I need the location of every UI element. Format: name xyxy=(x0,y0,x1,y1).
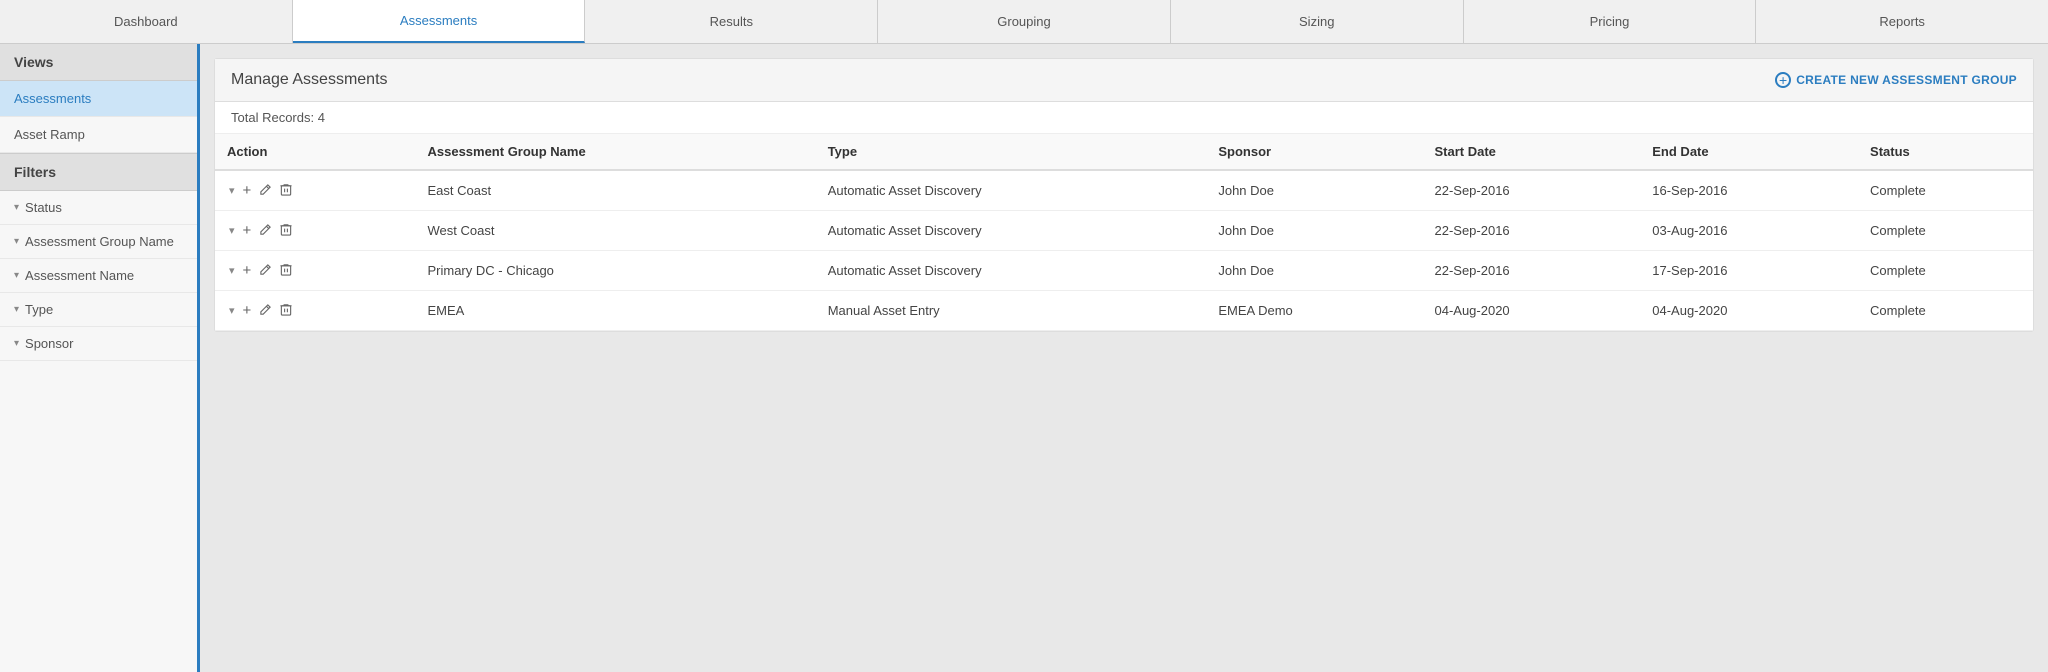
assessments-table: Action Assessment Group Name Type Sponso… xyxy=(215,134,2033,331)
table-row: ▾ + EMEAManual Asset En xyxy=(215,291,2033,331)
cell-start-date: 22-Sep-2016 xyxy=(1422,170,1640,211)
tab-dashboard[interactable]: Dashboard xyxy=(0,0,293,43)
col-header-assessment-group-name: Assessment Group Name xyxy=(415,134,815,170)
cell-type: Automatic Asset Discovery xyxy=(816,251,1207,291)
expand-icon[interactable]: ▾ xyxy=(227,302,237,319)
cell-end-date: 04-Aug-2020 xyxy=(1640,291,1858,331)
filter-sponsor[interactable]: ▾ Sponsor xyxy=(0,327,197,361)
col-header-end-date: End Date xyxy=(1640,134,1858,170)
filters-section-title: Filters xyxy=(0,153,197,191)
content-area: Manage Assessments + CREATE NEW ASSESSME… xyxy=(200,44,2048,672)
cell-status: Complete xyxy=(1858,291,2033,331)
manage-assessments-panel: Manage Assessments + CREATE NEW ASSESSME… xyxy=(214,58,2034,332)
cell-status: Complete xyxy=(1858,251,2033,291)
add-icon[interactable]: + xyxy=(241,220,254,241)
edit-icon[interactable] xyxy=(257,181,274,201)
filter-status[interactable]: ▾ Status xyxy=(0,191,197,225)
table-row: ▾ + East CoastAutomatic xyxy=(215,170,2033,211)
cell-name: Primary DC - Chicago xyxy=(415,251,815,291)
cell-name: West Coast xyxy=(415,211,815,251)
panel-header: Manage Assessments + CREATE NEW ASSESSME… xyxy=(215,59,2033,102)
cell-type: Automatic Asset Discovery xyxy=(816,170,1207,211)
add-icon[interactable]: + xyxy=(241,180,254,201)
chevron-down-icon: ▾ xyxy=(14,270,19,281)
panel-title: Manage Assessments xyxy=(231,71,388,89)
delete-icon[interactable] xyxy=(278,181,294,201)
chevron-down-icon: ▾ xyxy=(14,236,19,247)
table-header-row: Action Assessment Group Name Type Sponso… xyxy=(215,134,2033,170)
cell-end-date: 03-Aug-2016 xyxy=(1640,211,1858,251)
expand-icon[interactable]: ▾ xyxy=(227,222,237,239)
cell-end-date: 16-Sep-2016 xyxy=(1640,170,1858,211)
cell-name: East Coast xyxy=(415,170,815,211)
col-header-status: Status xyxy=(1858,134,2033,170)
add-icon[interactable]: + xyxy=(241,260,254,281)
tab-reports[interactable]: Reports xyxy=(1756,0,2048,43)
cell-sponsor: John Doe xyxy=(1206,251,1422,291)
sidebar-item-asset-ramp[interactable]: Asset Ramp xyxy=(0,117,197,153)
cell-status: Complete xyxy=(1858,170,2033,211)
main-layout: Views Assessments Asset Ramp Filters ▾ S… xyxy=(0,44,2048,672)
edit-icon[interactable] xyxy=(257,221,274,241)
tab-sizing[interactable]: Sizing xyxy=(1171,0,1464,43)
views-section-title: Views xyxy=(0,44,197,81)
plus-circle-icon: + xyxy=(1775,72,1791,88)
cell-sponsor: John Doe xyxy=(1206,170,1422,211)
chevron-down-icon: ▾ xyxy=(14,338,19,349)
tab-grouping[interactable]: Grouping xyxy=(878,0,1171,43)
col-header-action: Action xyxy=(215,134,415,170)
col-header-sponsor: Sponsor xyxy=(1206,134,1422,170)
top-navigation: Dashboard Assessments Results Grouping S… xyxy=(0,0,2048,44)
cell-type: Automatic Asset Discovery xyxy=(816,211,1207,251)
table-row: ▾ + West CoastAutomatic xyxy=(215,211,2033,251)
table-row: ▾ + Primary DC - Chicag xyxy=(215,251,2033,291)
expand-icon[interactable]: ▾ xyxy=(227,262,237,279)
create-new-assessment-group-button[interactable]: + CREATE NEW ASSESSMENT GROUP xyxy=(1775,72,2017,88)
cell-status: Complete xyxy=(1858,211,2033,251)
col-header-type: Type xyxy=(816,134,1207,170)
tab-assessments[interactable]: Assessments xyxy=(293,0,586,43)
edit-icon[interactable] xyxy=(257,261,274,281)
edit-icon[interactable] xyxy=(257,301,274,321)
delete-icon[interactable] xyxy=(278,221,294,241)
cell-name: EMEA xyxy=(415,291,815,331)
cell-type: Manual Asset Entry xyxy=(816,291,1207,331)
chevron-down-icon: ▾ xyxy=(14,202,19,213)
cell-sponsor: John Doe xyxy=(1206,211,1422,251)
delete-icon[interactable] xyxy=(278,261,294,281)
add-icon[interactable]: + xyxy=(241,300,254,321)
cell-start-date: 22-Sep-2016 xyxy=(1422,211,1640,251)
chevron-down-icon: ▾ xyxy=(14,304,19,315)
filter-assessment-name[interactable]: ▾ Assessment Name xyxy=(0,259,197,293)
cell-start-date: 04-Aug-2020 xyxy=(1422,291,1640,331)
col-header-start-date: Start Date xyxy=(1422,134,1640,170)
sidebar-item-assessments[interactable]: Assessments xyxy=(0,81,197,117)
tab-results[interactable]: Results xyxy=(585,0,878,43)
filter-type[interactable]: ▾ Type xyxy=(0,293,197,327)
delete-icon[interactable] xyxy=(278,301,294,321)
sidebar: Views Assessments Asset Ramp Filters ▾ S… xyxy=(0,44,200,672)
cell-start-date: 22-Sep-2016 xyxy=(1422,251,1640,291)
filter-assessment-group-name[interactable]: ▾ Assessment Group Name xyxy=(0,225,197,259)
records-info: Total Records: 4 xyxy=(215,102,2033,134)
tab-pricing[interactable]: Pricing xyxy=(1464,0,1757,43)
cell-sponsor: EMEA Demo xyxy=(1206,291,1422,331)
expand-icon[interactable]: ▾ xyxy=(227,182,237,199)
cell-end-date: 17-Sep-2016 xyxy=(1640,251,1858,291)
